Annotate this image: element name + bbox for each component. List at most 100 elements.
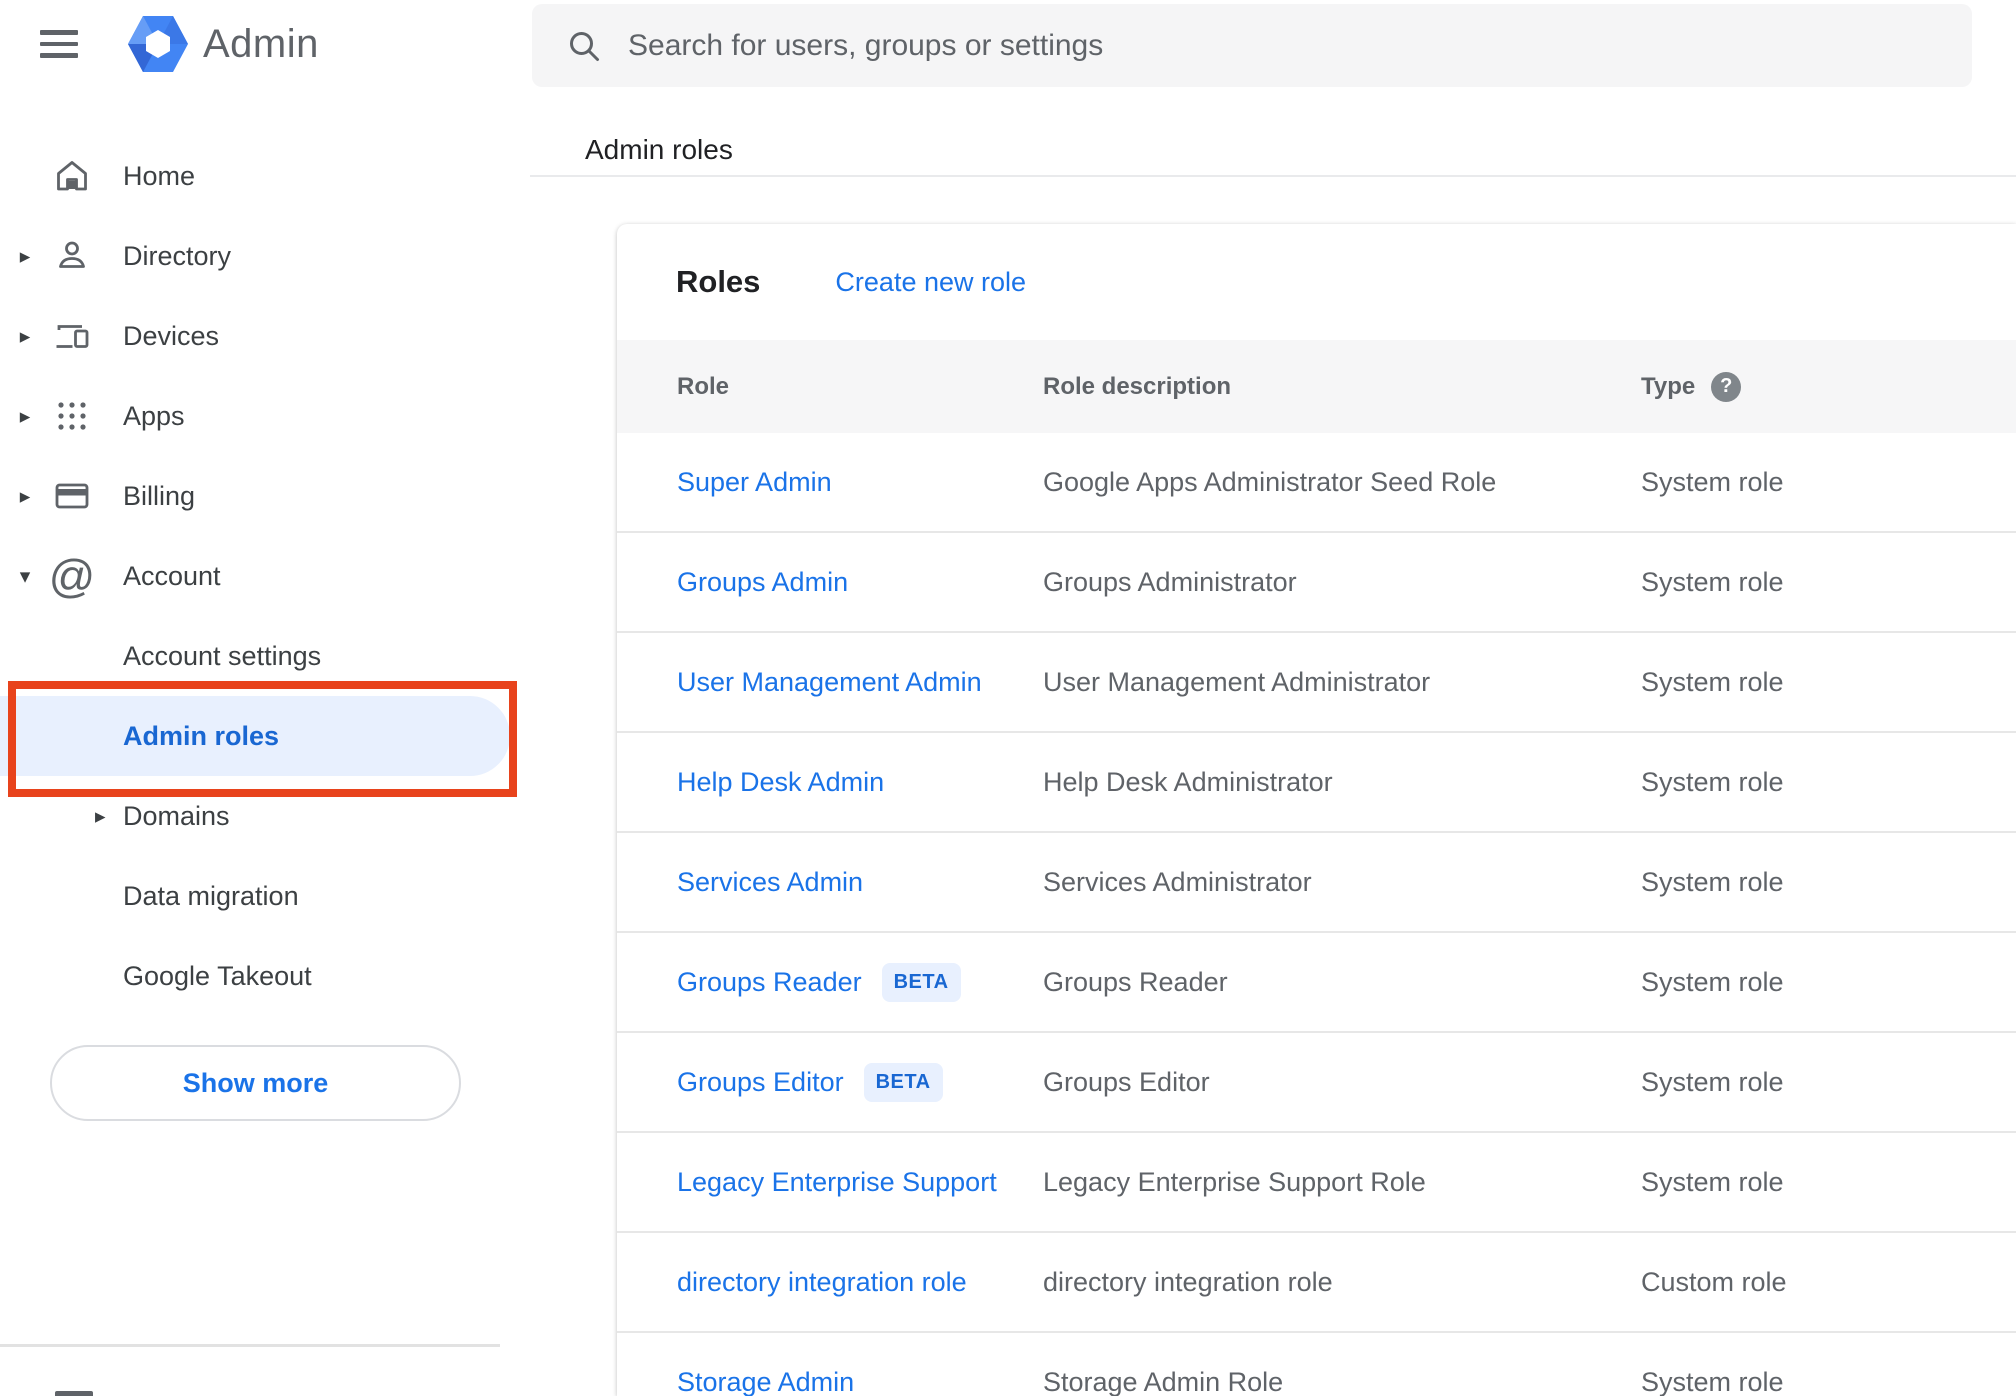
- role-link[interactable]: Groups Reader: [677, 967, 862, 998]
- sidebar-item-label: Directory: [123, 240, 232, 271]
- breadcrumb: Admin roles: [585, 134, 733, 165]
- admin-logo-icon: [128, 16, 188, 72]
- column-header-role: Role: [677, 372, 730, 400]
- sidebar-item-label: Devices: [123, 320, 220, 351]
- table-row: Storage Admin Storage Admin Role System …: [617, 1333, 2016, 1396]
- role-description: User Management Administrator: [1043, 666, 1431, 697]
- create-new-role-link[interactable]: Create new role: [835, 267, 1026, 298]
- sidebar-item-account[interactable]: ▾ @ Account: [0, 536, 530, 616]
- sidebar-item-label: Data migration: [123, 880, 299, 911]
- sidebar-item-domains[interactable]: ▸ Domains: [0, 776, 530, 856]
- app-title: Admin: [203, 22, 319, 66]
- role-description: Google Apps Administrator Seed Role: [1043, 466, 1497, 497]
- role-type: System role: [1641, 566, 1784, 597]
- collapse-arrow-icon[interactable]: ▾: [12, 564, 38, 589]
- role-description: Services Administrator: [1043, 866, 1312, 897]
- role-type: System role: [1641, 766, 1784, 797]
- role-link[interactable]: Services Admin: [677, 867, 863, 898]
- search-input[interactable]: [626, 27, 1942, 64]
- sidebar-item-data-migration[interactable]: Data migration: [0, 856, 530, 936]
- expand-arrow-icon[interactable]: ▸: [12, 324, 38, 349]
- sidebar-item-label: Domains: [123, 800, 230, 831]
- table-row: Groups Editor BETA Groups Editor System …: [617, 1033, 2016, 1133]
- role-type: System role: [1641, 666, 1784, 697]
- sidebar-item-label: Account settings: [123, 640, 322, 671]
- sidebar-nav: Home ▸ Directory ▸ Devices ▸ Apps ▸ Bill…: [0, 136, 530, 1016]
- role-type: Custom role: [1641, 1266, 1787, 1297]
- sidebar-item-apps[interactable]: ▸ Apps: [0, 376, 530, 456]
- role-description: Groups Editor: [1043, 1066, 1210, 1097]
- expand-arrow-icon[interactable]: ▸: [12, 244, 38, 269]
- role-link[interactable]: Help Desk Admin: [677, 767, 884, 798]
- role-cell: Help Desk Admin: [617, 767, 1043, 798]
- role-link[interactable]: directory integration role: [677, 1267, 967, 1298]
- table-row: Services Admin Services Administrator Sy…: [617, 833, 2016, 933]
- role-cell: Services Admin: [617, 867, 1043, 898]
- sidebar-item-label: Apps: [123, 400, 185, 431]
- table-header-row: Role Role description Type ?: [617, 340, 2016, 433]
- hamburger-menu-icon[interactable]: [40, 20, 88, 68]
- role-cell: Groups Admin: [617, 567, 1043, 598]
- role-description: Help Desk Administrator: [1043, 766, 1333, 797]
- role-cell: Groups Editor BETA: [617, 1062, 1043, 1102]
- role-link[interactable]: Groups Admin: [677, 567, 848, 598]
- apps-icon: [52, 396, 92, 436]
- partially-visible-icon: [55, 1391, 93, 1396]
- sidebar-item-admin-roles[interactable]: Admin roles: [0, 696, 510, 776]
- hamburger-bar: [40, 53, 78, 58]
- role-description: directory integration role: [1043, 1266, 1333, 1297]
- table-row: directory integration role directory int…: [617, 1233, 2016, 1333]
- sidebar-item-google-takeout[interactable]: Google Takeout: [0, 936, 530, 1016]
- billing-icon: [52, 476, 92, 516]
- admin-console-window: Admin Home ▸ Directory ▸ Devices ▸ Apps …: [0, 0, 2016, 1396]
- sidebar-item-label: Home: [123, 160, 196, 191]
- role-cell: Groups Reader BETA: [617, 962, 1043, 1002]
- help-icon[interactable]: ?: [1711, 371, 1742, 402]
- role-link[interactable]: Legacy Enterprise Support: [677, 1167, 997, 1198]
- table-row: Legacy Enterprise Support Legacy Enterpr…: [617, 1133, 2016, 1233]
- sidebar-item-directory[interactable]: ▸ Directory: [0, 216, 530, 296]
- search-bar[interactable]: [532, 4, 1972, 87]
- sidebar-item-devices[interactable]: ▸ Devices: [0, 296, 530, 376]
- search-icon: [566, 28, 602, 64]
- expand-arrow-icon[interactable]: ▸: [12, 404, 38, 429]
- table-row: Super Admin Google Apps Administrator Se…: [617, 433, 2016, 533]
- directory-icon: [52, 236, 92, 276]
- column-header-description: Role description: [1043, 372, 1232, 400]
- sidebar-item-home[interactable]: Home: [0, 136, 530, 216]
- role-type: System role: [1641, 1166, 1784, 1197]
- sidebar-bottom-divider: [0, 1344, 500, 1347]
- table-row: Groups Admin Groups Administrator System…: [617, 533, 2016, 633]
- beta-badge: BETA: [881, 962, 961, 1002]
- sidebar-item-label: Account: [123, 560, 221, 591]
- panel-title: Roles: [676, 264, 761, 299]
- show-more-label: Show more: [182, 1067, 329, 1098]
- hamburger-bar: [40, 41, 78, 47]
- account-at-icon: @: [48, 550, 96, 602]
- role-type: System role: [1641, 1066, 1784, 1097]
- sidebar-item-label: Billing: [123, 480, 196, 511]
- expand-arrow-icon[interactable]: ▸: [12, 484, 38, 509]
- sidebar-item-label: Google Takeout: [123, 960, 312, 991]
- role-link[interactable]: User Management Admin: [677, 667, 982, 698]
- role-cell: Storage Admin: [617, 1367, 1043, 1396]
- role-type: System role: [1641, 466, 1784, 497]
- role-link[interactable]: Storage Admin: [677, 1367, 854, 1396]
- role-link[interactable]: Groups Editor: [677, 1067, 844, 1098]
- role-cell: directory integration role: [617, 1267, 1043, 1298]
- sidebar-item-label: Admin roles: [123, 720, 280, 751]
- role-description: Storage Admin Role: [1043, 1366, 1284, 1396]
- sidebar-item-billing[interactable]: ▸ Billing: [0, 456, 530, 536]
- home-icon: [52, 156, 92, 196]
- devices-icon: [52, 316, 92, 356]
- table-row: Help Desk Admin Help Desk Administrator …: [617, 733, 2016, 833]
- role-type: System role: [1641, 966, 1784, 997]
- role-description: Groups Reader: [1043, 966, 1228, 997]
- sidebar-item-account-settings[interactable]: Account settings: [0, 616, 530, 696]
- role-link[interactable]: Super Admin: [677, 467, 832, 498]
- expand-arrow-icon[interactable]: ▸: [95, 804, 123, 829]
- table-row: Groups Reader BETA Groups Reader System …: [617, 933, 2016, 1033]
- show-more-button[interactable]: Show more: [50, 1045, 461, 1121]
- roles-panel: Roles Create new role Role Role descript…: [617, 224, 2016, 1396]
- role-type: System role: [1641, 1366, 1784, 1396]
